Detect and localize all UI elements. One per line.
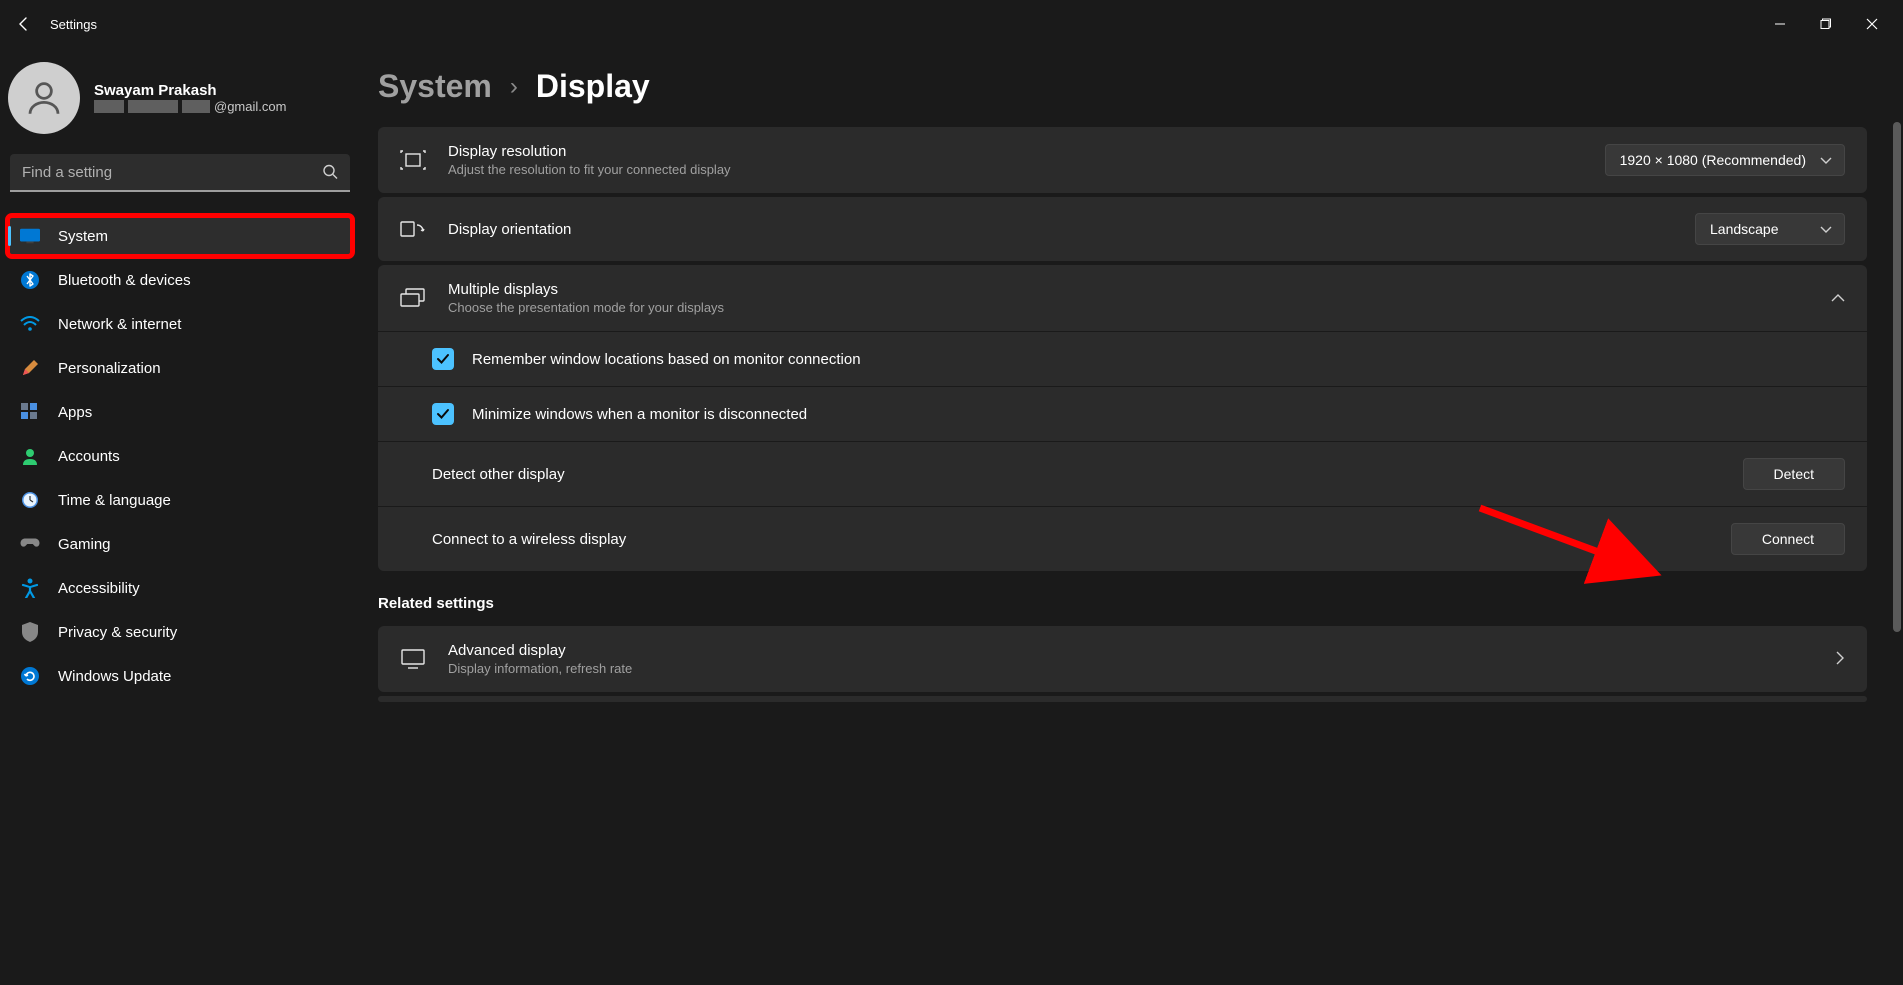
connect-button[interactable]: Connect [1731, 523, 1845, 555]
update-icon [20, 666, 40, 686]
resolution-title: Display resolution [448, 143, 1583, 160]
monitor-icon [400, 646, 426, 672]
apps-icon [20, 402, 40, 422]
scrollbar-thumb[interactable] [1893, 122, 1901, 632]
sidebar-item-bluetooth[interactable]: Bluetooth & devices [8, 260, 352, 300]
close-button[interactable] [1849, 8, 1895, 40]
search-icon [322, 164, 338, 183]
remember-label: Remember window locations based on monit… [472, 351, 1845, 368]
sidebar-item-label: System [58, 228, 108, 245]
sidebar-item-label: Apps [58, 404, 92, 421]
resolution-dropdown[interactable]: 1920 × 1080 (Recommended) [1605, 144, 1845, 176]
display-orientation-row: Display orientation Landscape [378, 197, 1867, 261]
detect-button[interactable]: Detect [1743, 458, 1845, 490]
accounts-icon [20, 446, 40, 466]
search-input[interactable] [10, 154, 350, 192]
related-settings-heading: Related settings [378, 595, 1867, 612]
minimize-label: Minimize windows when a monitor is disco… [472, 406, 1845, 423]
chevron-down-icon [1820, 152, 1832, 168]
gamepad-icon [20, 534, 40, 554]
sidebar: Swayam Prakash @gmail.com System [0, 48, 360, 985]
sidebar-item-update[interactable]: Windows Update [8, 656, 352, 696]
profile-name: Swayam Prakash [94, 82, 286, 99]
sidebar-item-gaming[interactable]: Gaming [8, 524, 352, 564]
advanced-title: Advanced display [448, 642, 1814, 659]
resolution-sub: Adjust the resolution to fit your connec… [448, 162, 1583, 177]
wifi-icon [20, 314, 40, 334]
minimize-button[interactable] [1757, 8, 1803, 40]
breadcrumb-parent[interactable]: System [378, 68, 492, 105]
system-icon [20, 226, 40, 246]
multiple-displays-sub: Choose the presentation mode for your di… [448, 300, 1809, 315]
profile-email: @gmail.com [94, 99, 286, 114]
multiple-displays-icon [400, 285, 426, 311]
display-resolution-row: Display resolution Adjust the resolution… [378, 127, 1867, 193]
sidebar-item-label: Accessibility [58, 580, 140, 597]
sidebar-item-personalization[interactable]: Personalization [8, 348, 352, 388]
detect-display-row: Detect other display Detect [378, 442, 1867, 507]
multiple-displays-title: Multiple displays [448, 281, 1809, 298]
sidebar-item-accounts[interactable]: Accounts [8, 436, 352, 476]
sidebar-item-label: Windows Update [58, 668, 171, 685]
detect-label: Detect other display [432, 466, 1725, 483]
titlebar: Settings [0, 0, 1903, 48]
chevron-right-icon: › [510, 73, 518, 101]
chevron-up-icon [1831, 290, 1845, 306]
maximize-button[interactable] [1803, 8, 1849, 40]
minimize-windows-row: Minimize windows when a monitor is disco… [378, 387, 1867, 442]
orientation-icon [400, 216, 426, 242]
back-button[interactable] [12, 12, 36, 36]
orientation-title: Display orientation [448, 221, 1673, 238]
remember-locations-row: Remember window locations based on monit… [378, 332, 1867, 387]
remember-checkbox[interactable] [432, 348, 454, 370]
chevron-right-icon [1836, 651, 1845, 668]
scrollbar[interactable] [1891, 0, 1903, 985]
advanced-sub: Display information, refresh rate [448, 661, 1814, 676]
sidebar-item-label: Bluetooth & devices [58, 272, 191, 289]
sidebar-item-time[interactable]: Time & language [8, 480, 352, 520]
multiple-displays-header[interactable]: Multiple displays Choose the presentatio… [378, 265, 1867, 332]
breadcrumb: System › Display [378, 68, 1867, 105]
sidebar-item-accessibility[interactable]: Accessibility [8, 568, 352, 608]
bluetooth-icon [20, 270, 40, 290]
clock-icon [20, 490, 40, 510]
sidebar-item-label: Personalization [58, 360, 161, 377]
sidebar-item-apps[interactable]: Apps [8, 392, 352, 432]
shield-icon [20, 622, 40, 642]
advanced-display-row[interactable]: Advanced display Display information, re… [378, 626, 1867, 692]
resolution-icon [400, 147, 426, 173]
wireless-display-row: Connect to a wireless display Connect [378, 507, 1867, 571]
app-title: Settings [50, 17, 97, 32]
sidebar-item-label: Privacy & security [58, 624, 177, 641]
sidebar-item-network[interactable]: Network & internet [8, 304, 352, 344]
sidebar-item-label: Time & language [58, 492, 171, 509]
orientation-dropdown[interactable]: Landscape [1695, 213, 1845, 245]
avatar [8, 62, 80, 134]
multiple-displays-group: Multiple displays Choose the presentatio… [378, 265, 1867, 571]
partial-row [378, 696, 1867, 702]
sidebar-item-label: Network & internet [58, 316, 181, 333]
profile-block[interactable]: Swayam Prakash @gmail.com [8, 58, 352, 154]
main-content: System › Display Display resolution Adju… [360, 48, 1903, 985]
sidebar-item-label: Accounts [58, 448, 120, 465]
minimize-checkbox[interactable] [432, 403, 454, 425]
sidebar-item-privacy[interactable]: Privacy & security [8, 612, 352, 652]
page-title: Display [536, 68, 650, 105]
sidebar-item-system[interactable]: System [8, 216, 352, 256]
paintbrush-icon [20, 358, 40, 378]
sidebar-item-label: Gaming [58, 536, 111, 553]
wireless-label: Connect to a wireless display [432, 531, 1713, 548]
chevron-down-icon [1820, 221, 1832, 237]
accessibility-icon [20, 578, 40, 598]
